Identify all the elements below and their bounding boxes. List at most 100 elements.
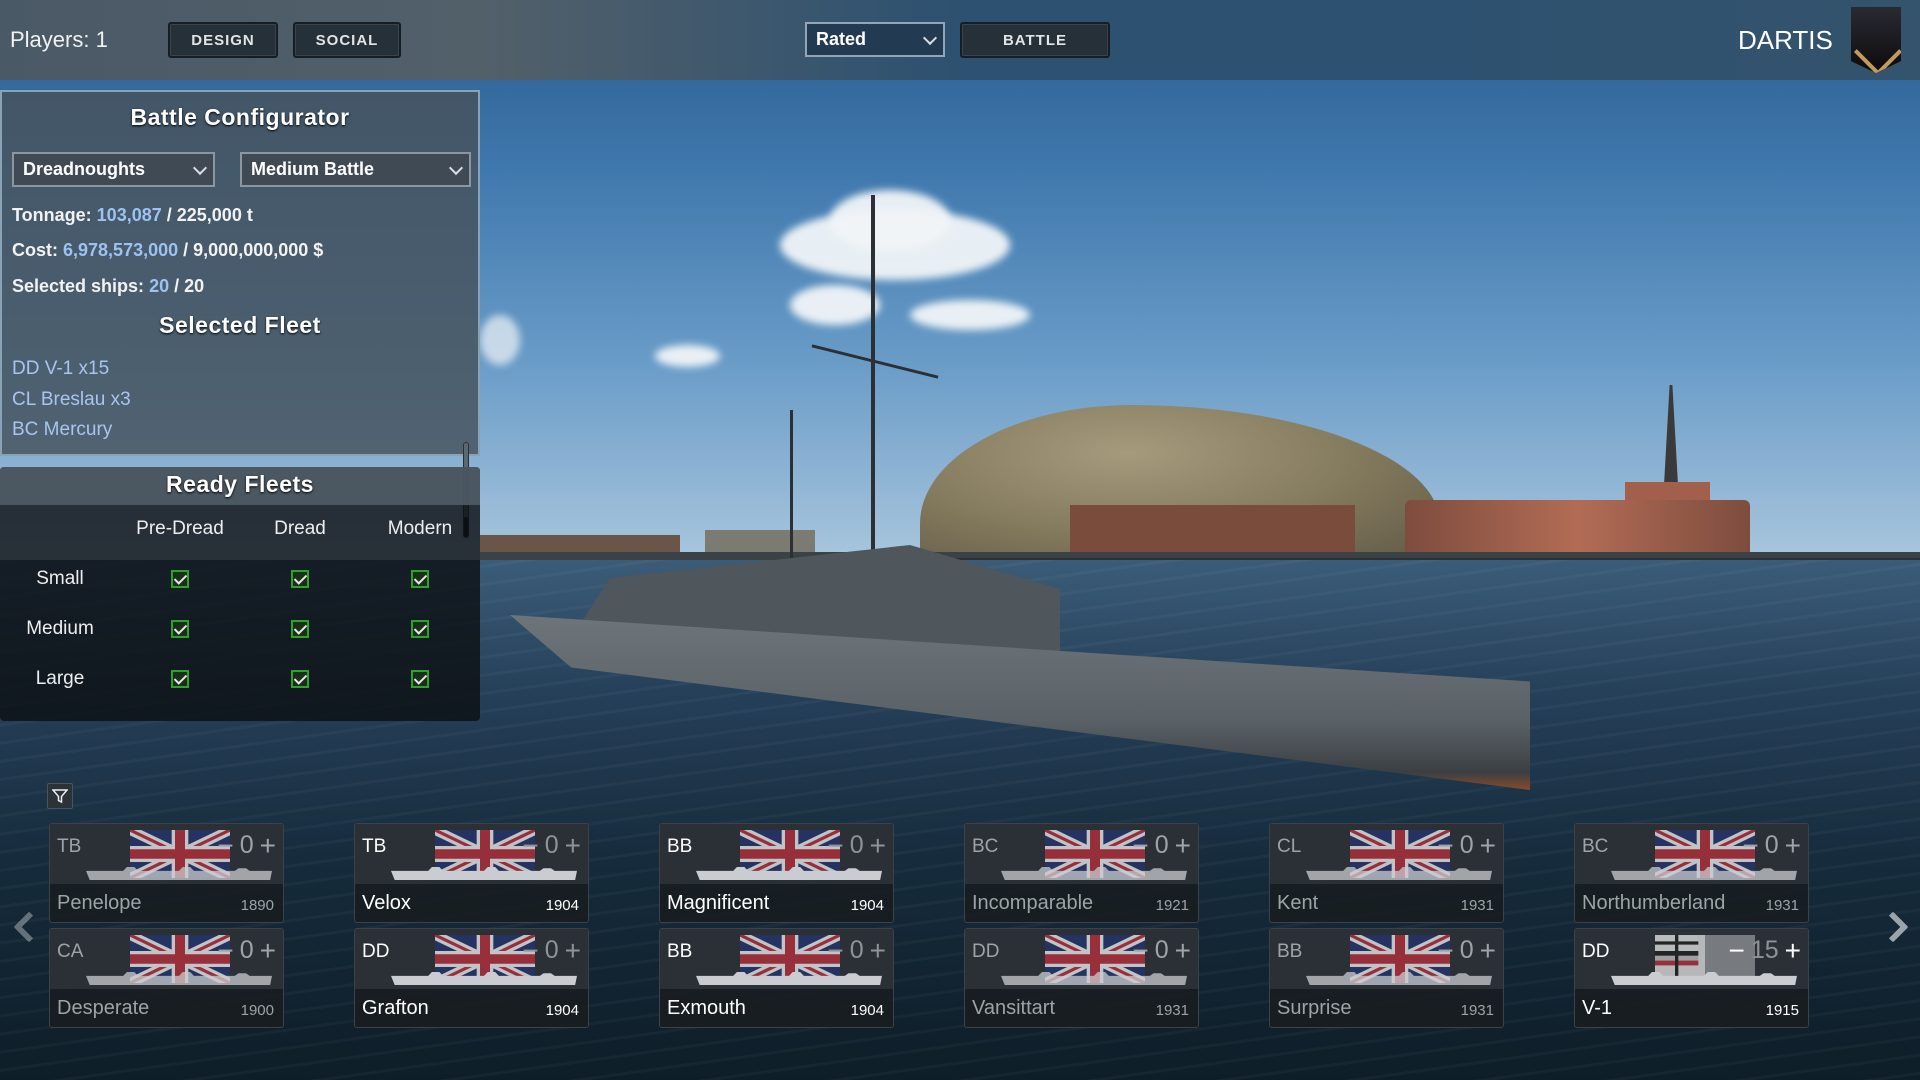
checkbox-large-dread[interactable] [291, 670, 309, 688]
increase-button[interactable]: + [1785, 831, 1801, 860]
quantity-stepper: − 0 + [1437, 936, 1496, 965]
quantity-stepper: − 0 + [827, 936, 886, 965]
battle-size-select[interactable]: Medium Battle [240, 152, 471, 187]
cost-label: Cost: [12, 240, 58, 260]
ship-card-northumberland[interactable]: BC − 0 + Northumberland 1931 [1574, 823, 1809, 923]
increase-button[interactable]: + [1785, 936, 1801, 965]
quantity-stepper: − 0 + [1132, 936, 1191, 965]
increase-button[interactable]: + [870, 831, 886, 860]
social-button[interactable]: SOCIAL [293, 22, 401, 58]
fleet-list-item[interactable]: BC Mercury [12, 415, 131, 446]
decrease-button[interactable]: − [1132, 936, 1148, 965]
ship-card-vansittart[interactable]: DD − 0 + Vansittart 1931 [964, 928, 1199, 1028]
increase-button[interactable]: + [1480, 831, 1496, 860]
rank-chevron-icon[interactable] [1851, 7, 1901, 73]
checkbox-medium-modern[interactable] [411, 620, 429, 638]
ship-card-velox[interactable]: TB − 0 + Velox 1904 [354, 823, 589, 923]
decrease-button[interactable]: − [1437, 831, 1453, 860]
quantity-stepper: − 0 + [827, 831, 886, 860]
ship-type: CA [57, 941, 84, 962]
quantity-value: 0 [544, 936, 559, 964]
ship-year: 1900 [240, 1002, 274, 1019]
ship-year: 1915 [1765, 1002, 1799, 1019]
mode-select[interactable]: Rated [805, 22, 945, 57]
cloud [790, 285, 880, 325]
battle-configurator-panel: Battle Configurator Dreadnoughts Medium … [0, 90, 480, 538]
checkbox-small-dread[interactable] [291, 570, 309, 588]
increase-button[interactable]: + [565, 831, 581, 860]
ready-fleets-title: Ready Fleets [166, 471, 314, 497]
decrease-button[interactable]: − [1132, 831, 1148, 860]
ship-card-kent[interactable]: CL − 0 + Kent 1931 [1269, 823, 1504, 923]
checkbox-large-pre-dread[interactable] [171, 670, 189, 688]
ship-name: Magnificent [667, 892, 770, 914]
ship-type: TB [362, 836, 387, 857]
decrease-button[interactable]: − [827, 831, 843, 860]
filter-icon [52, 789, 68, 804]
checkbox-large-modern[interactable] [411, 670, 429, 688]
checkbox-small-modern[interactable] [411, 570, 429, 588]
battle-size-select-value: Medium Battle [251, 159, 375, 179]
ship-year: 1931 [1765, 897, 1799, 914]
chevron-down-icon [448, 160, 464, 175]
decrease-button[interactable]: − [1437, 936, 1453, 965]
cost-max: / 9,000,000,000 $ [183, 240, 324, 260]
ship-card-desperate[interactable]: CA − 0 + Desperate 1900 [49, 928, 284, 1028]
filter-button[interactable] [47, 783, 73, 809]
decrease-button[interactable]: − [217, 831, 233, 860]
decrease-button[interactable]: − [1728, 936, 1744, 965]
increase-button[interactable]: + [260, 936, 276, 965]
design-button[interactable]: DESIGN [168, 22, 278, 58]
decrease-button[interactable]: − [827, 936, 843, 965]
fleet-list-item[interactable]: CL Breslau x3 [12, 385, 131, 416]
fort-turret [1625, 482, 1710, 502]
increase-button[interactable]: + [260, 831, 276, 860]
increase-button[interactable]: + [1175, 936, 1191, 965]
ships-label: Selected ships: [12, 276, 145, 296]
checkbox-small-pre-dread[interactable] [171, 570, 189, 588]
increase-button[interactable]: + [1175, 831, 1191, 860]
quantity-value: 0 [239, 831, 254, 859]
ship-type: DD [972, 941, 1000, 962]
increase-button[interactable]: + [1480, 936, 1496, 965]
decrease-button[interactable]: − [1742, 831, 1758, 860]
decrease-button[interactable]: − [217, 936, 233, 965]
tonnage-stat: Tonnage: 103,087 / 225,000 t [12, 205, 253, 226]
decrease-button[interactable]: − [522, 831, 538, 860]
ship-card-v-1[interactable]: DD − 15 + V-1 1915 [1574, 928, 1809, 1028]
quantity-value: 0 [849, 936, 864, 964]
ship-type: BC [972, 836, 999, 857]
increase-button[interactable]: + [870, 936, 886, 965]
ship-card-incomparable[interactable]: BC − 0 + Incomparable 1921 [964, 823, 1199, 923]
quantity-stepper: − 0 + [1437, 831, 1496, 860]
selected-fleet-title: Selected Fleet [159, 312, 321, 338]
quantity-value: 15 [1750, 936, 1779, 964]
era-select-value: Dreadnoughts [23, 159, 146, 179]
increase-button[interactable]: + [565, 936, 581, 965]
ship-year: 1931 [1460, 897, 1494, 914]
column-header-pre-dread: Pre-Dread [136, 518, 224, 539]
ship-name: V-1 [1582, 997, 1613, 1019]
fleet-list-item[interactable]: DD V-1 x15 [12, 354, 131, 385]
ship-card-exmouth[interactable]: BB − 0 + Exmouth 1904 [659, 928, 894, 1028]
quantity-stepper: − 0 + [1742, 831, 1801, 860]
decrease-button[interactable]: − [522, 936, 538, 965]
ship-card-grafton[interactable]: DD − 0 + Grafton 1904 [354, 928, 589, 1028]
mode-select-value: Rated [816, 29, 867, 49]
ship-card-penelope[interactable]: TB − 0 + Penelope 1890 [49, 823, 284, 923]
battle-button[interactable]: BATTLE [960, 22, 1110, 58]
quantity-value: 0 [1459, 936, 1474, 964]
ship-year: 1931 [1460, 1002, 1494, 1019]
ship-type: BB [1277, 941, 1303, 962]
checkbox-medium-dread[interactable] [291, 620, 309, 638]
ship-card-magnificent[interactable]: BB − 0 + Magnificent 1904 [659, 823, 894, 923]
ship-year: 1890 [240, 897, 274, 914]
era-select[interactable]: Dreadnoughts [12, 152, 215, 187]
cloud [910, 300, 1030, 330]
ship-name: Velox [362, 892, 411, 914]
ship-card-surprise[interactable]: BB − 0 + Surprise 1931 [1269, 928, 1504, 1028]
quantity-value: 0 [1154, 831, 1169, 859]
checkbox-medium-pre-dread[interactable] [171, 620, 189, 638]
ship-name: Penelope [57, 892, 142, 914]
ships-value: 20 [149, 276, 170, 296]
